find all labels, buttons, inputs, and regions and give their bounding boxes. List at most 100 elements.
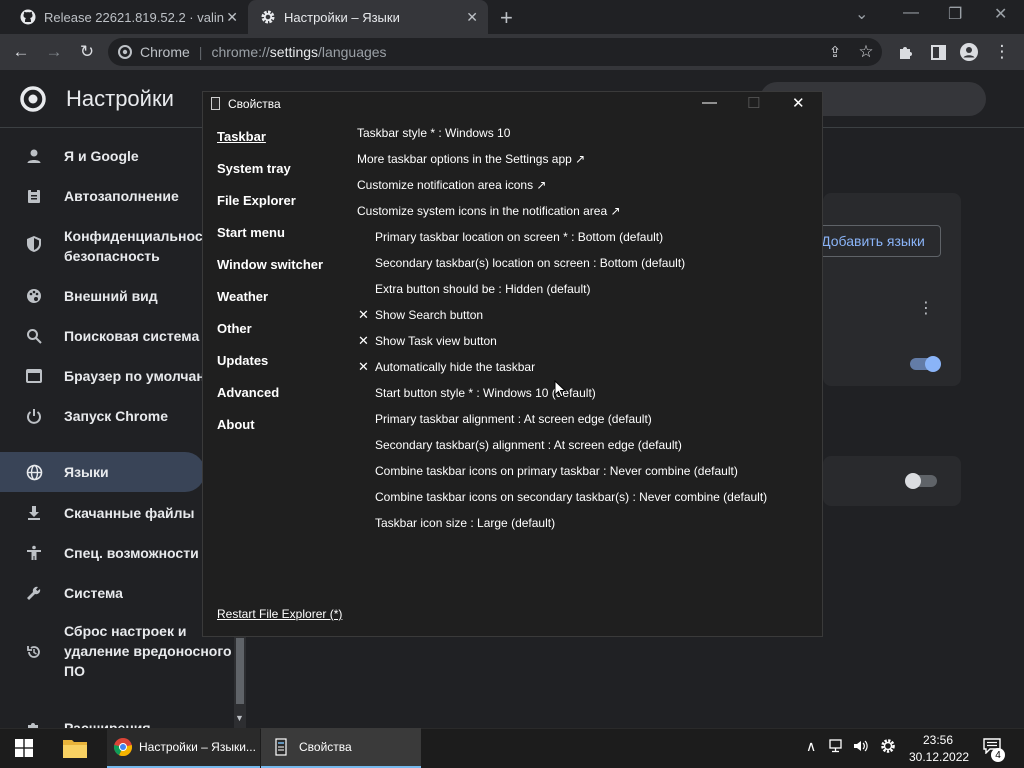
tab-search-chevron-icon[interactable]: ⌄ <box>855 4 868 24</box>
chrome-logo-icon <box>118 45 132 59</box>
checkmark-icon[interactable]: ✕ <box>358 333 369 349</box>
sidebar-item-label: Автозаполнение <box>64 188 179 204</box>
back-arrow-icon[interactable]: ← <box>10 41 32 63</box>
close-window-icon[interactable]: ✕ <box>994 4 1007 24</box>
option-show-search[interactable]: Show Search button <box>375 308 483 322</box>
option-primary-location[interactable]: Primary taskbar location on screen * : B… <box>375 230 663 244</box>
reload-icon[interactable]: ↻ <box>76 41 98 63</box>
clock-date[interactable]: 30.12.2022 <box>909 750 969 764</box>
dialog-tab-updates[interactable]: Updates <box>217 353 268 368</box>
puzzle-icon <box>24 718 44 728</box>
tab-close-icon[interactable]: ✕ <box>226 9 238 26</box>
share-icon[interactable]: ⇪ <box>824 41 846 63</box>
site-chip: Chrome <box>140 44 190 60</box>
omnibox-separator: | <box>198 44 203 60</box>
add-languages-label: Добавить языки <box>821 233 925 249</box>
browser-icon <box>24 366 44 386</box>
dialog-tab-window-switcher[interactable]: Window switcher <box>217 257 323 272</box>
sidebar-scrollbar-thumb[interactable] <box>236 638 244 704</box>
option-system-icons-link[interactable]: Customize system icons in the notificati… <box>357 204 621 218</box>
dialog-close-icon[interactable]: ✕ <box>792 94 805 112</box>
option-secondary-alignment[interactable]: Secondary taskbar(s) alignment : At scre… <box>375 438 682 452</box>
sidebar-item-label: Система <box>64 585 123 601</box>
languages-card <box>823 193 961 386</box>
tab-settings-languages[interactable]: Настройки – Языки ✕ <box>248 0 488 34</box>
dialog-tab-file-explorer[interactable]: File Explorer <box>217 193 296 208</box>
restore-icon <box>24 642 44 662</box>
document-icon <box>275 738 287 756</box>
taskbar-chrome-button[interactable]: Настройки – Языки... <box>107 728 260 768</box>
language-more-actions-icon[interactable]: ⋮ <box>918 298 934 318</box>
dialog-tab-advanced[interactable]: Advanced <box>217 385 279 400</box>
option-taskbar-style[interactable]: Taskbar style * : Windows 10 <box>357 126 510 140</box>
translate-toggle-knob[interactable] <box>925 356 941 372</box>
scroll-down-arrow-icon[interactable]: ▼ <box>235 713 244 723</box>
minimize-icon[interactable]: — <box>903 4 919 22</box>
checkmark-icon[interactable]: ✕ <box>358 359 369 375</box>
clipboard-icon <box>24 186 44 206</box>
new-tab-icon[interactable]: + <box>500 5 513 31</box>
checkmark-icon[interactable]: ✕ <box>358 307 369 323</box>
option-notification-icons-link[interactable]: Customize notification area icons ↗ <box>357 178 546 192</box>
windows-start-icon[interactable] <box>15 739 33 762</box>
url-host: settings <box>269 44 319 60</box>
restart-explorer-link[interactable]: Restart File Explorer (*) <box>217 607 342 621</box>
menu-kebab-icon[interactable]: ⋮ <box>991 41 1013 63</box>
power-icon <box>24 406 44 426</box>
document-icon <box>211 97 220 110</box>
taskbar-item-label: Настройки – Языки... <box>139 740 256 754</box>
dialog-tab-taskbar[interactable]: Taskbar <box>217 129 266 144</box>
settings-gear-icon[interactable] <box>880 738 896 757</box>
restore-window-icon[interactable]: ❐ <box>948 4 962 24</box>
dialog-minimize-icon[interactable]: — <box>702 94 717 111</box>
sidebar-item-label: Спец. возможности <box>64 545 199 561</box>
bookmark-star-icon[interactable]: ☆ <box>855 41 877 63</box>
option-settings-app-link[interactable]: More taskbar options in the Settings app… <box>357 152 585 166</box>
add-languages-button[interactable]: Добавить языки <box>805 225 941 257</box>
dialog-tab-start-menu[interactable]: Start menu <box>217 225 285 240</box>
chrome-icon <box>113 737 133 757</box>
sidebar-item-label: Сброс настроек и <box>64 623 187 639</box>
sidebar-item-label: Запуск Chrome <box>64 408 169 424</box>
option-autohide-taskbar[interactable]: Automatically hide the taskbar <box>375 360 535 374</box>
taskbar-properties-button[interactable]: Свойства <box>261 728 421 768</box>
network-icon[interactable] <box>829 738 845 757</box>
tab-github-release[interactable]: Release 22621.819.52.2 · valinet/ ✕ <box>8 0 248 34</box>
show-hidden-icons-chevron-icon[interactable]: ∧ <box>806 738 816 755</box>
sidebar-item-label-line2: безопасность <box>64 248 160 264</box>
tab-close-icon[interactable]: ✕ <box>466 9 478 26</box>
option-secondary-location[interactable]: Secondary taskbar(s) location on screen … <box>375 256 685 270</box>
forward-arrow-icon[interactable]: → <box>43 41 65 63</box>
sidebar-item-label-line3: ПО <box>64 663 85 679</box>
dialog-title: Свойства <box>228 97 281 111</box>
option-show-task-view[interactable]: Show Task view button <box>375 334 497 348</box>
sidebar-item-label: Языки <box>64 464 109 480</box>
sidebar-item-extensions[interactable]: Расширения <box>0 716 250 728</box>
file-explorer-icon[interactable] <box>62 737 88 764</box>
clock-time[interactable]: 23:56 <box>923 733 953 747</box>
option-extra-button[interactable]: Extra button should be : Hidden (default… <box>375 282 590 296</box>
profile-avatar-icon[interactable] <box>958 41 980 63</box>
extensions-puzzle-icon[interactable] <box>895 41 917 63</box>
side-panel-icon[interactable] <box>927 41 949 63</box>
dialog-tab-about[interactable]: About <box>217 417 255 432</box>
volume-icon[interactable] <box>853 738 869 757</box>
option-combine-secondary[interactable]: Combine taskbar icons on secondary taskb… <box>375 490 767 504</box>
sidebar-item-label: Скачанные файлы <box>64 505 195 521</box>
address-bar[interactable]: Chrome | chrome://settings/languages <box>108 38 882 66</box>
option-primary-alignment[interactable]: Primary taskbar alignment : At screen ed… <box>375 412 652 426</box>
download-icon <box>24 503 44 523</box>
spellcheck-toggle-knob[interactable] <box>905 473 921 489</box>
option-combine-primary[interactable]: Combine taskbar icons on primary taskbar… <box>375 464 738 478</box>
option-icon-size[interactable]: Taskbar icon size : Large (default) <box>375 516 555 530</box>
dialog-tab-weather[interactable]: Weather <box>217 289 268 304</box>
sidebar-item-label: Я и Google <box>64 148 139 164</box>
url-scheme: chrome:// <box>211 44 270 60</box>
search-icon <box>24 326 44 346</box>
gear-icon <box>260 9 276 25</box>
shield-icon <box>24 234 44 254</box>
dialog-tab-other[interactable]: Other <box>217 321 252 336</box>
dialog-tab-system-tray[interactable]: System tray <box>217 161 291 176</box>
chrome-logo-icon <box>20 86 46 117</box>
sidebar-item-label: Поисковая система <box>64 328 200 344</box>
